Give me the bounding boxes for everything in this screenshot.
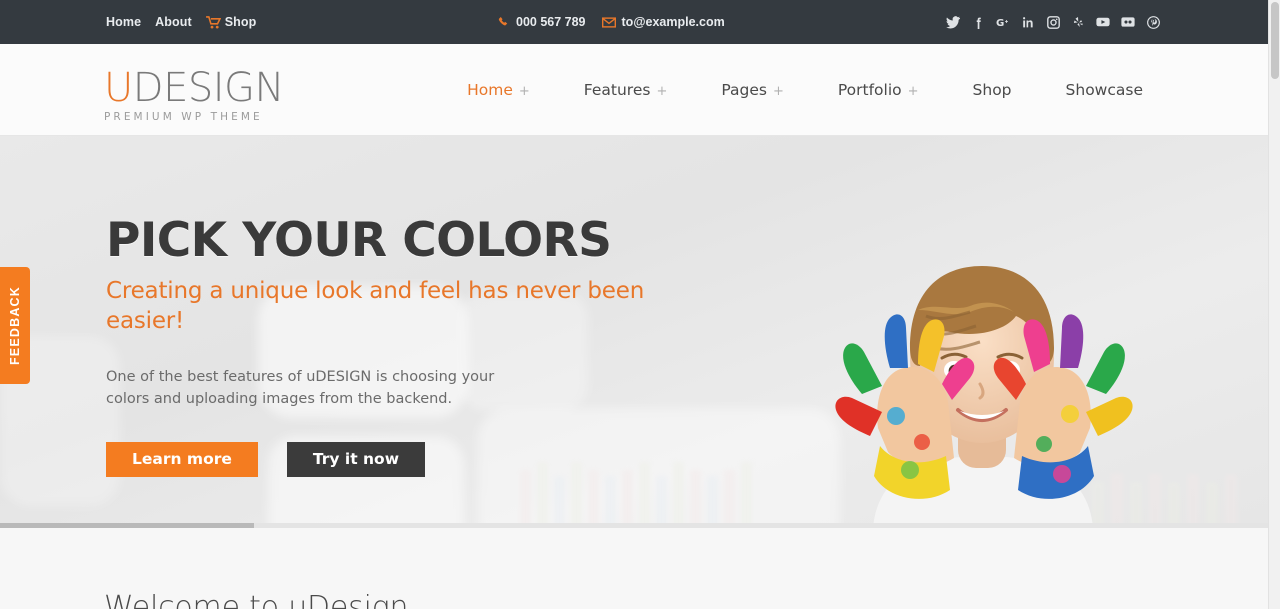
nav-item-shop[interactable]: Shop: [946, 81, 1039, 99]
nav-item-features-label: Features: [583, 81, 651, 99]
site-header: UDESIGN PREMIUM WP THEME Home + Features…: [0, 44, 1268, 136]
scrollbar-thumb[interactable]: [1271, 2, 1279, 79]
page-scrollbar[interactable]: [1268, 0, 1280, 609]
welcome-heading: Welcome to uDesign: [104, 590, 409, 609]
svg-text:G: G: [996, 18, 1004, 29]
google-plus-icon[interactable]: G: [996, 15, 1010, 29]
linkedin-icon[interactable]: [1021, 15, 1035, 29]
feedback-tab-label: FEEDBACK: [8, 285, 22, 366]
youtube-icon[interactable]: [1096, 15, 1110, 29]
nav-item-showcase[interactable]: Showcase: [1039, 81, 1170, 99]
main-navigation: Home + Features + Pages + Portfolio + Sh…: [440, 44, 1170, 136]
logo-tagline: PREMIUM WP THEME: [104, 111, 263, 123]
hero-buttons: Learn more Try it now: [106, 442, 666, 477]
logo-wordmark: UDESIGN: [104, 66, 284, 110]
site-logo[interactable]: UDESIGN PREMIUM WP THEME: [104, 66, 284, 123]
nav-item-showcase-label: Showcase: [1065, 81, 1143, 99]
email-contact[interactable]: to@example.com: [601, 15, 725, 29]
yelp-icon[interactable]: [1071, 15, 1085, 29]
shopping-cart-icon: [205, 16, 221, 29]
social-links: G: [946, 0, 1160, 44]
facebook-icon[interactable]: [971, 15, 985, 29]
feedback-tab[interactable]: FEEDBACK: [0, 267, 30, 384]
phone-number: 000 567 789: [516, 15, 586, 29]
hero-title: PICK YOUR COLORS: [106, 213, 612, 268]
hero-description: One of the best features of uDESIGN is c…: [106, 369, 495, 407]
flickr-icon[interactable]: [1121, 15, 1135, 29]
envelope-icon: [601, 16, 616, 28]
top-bar-links: Home About Shop: [106, 0, 256, 44]
phone-icon: [498, 16, 510, 28]
top-link-shop[interactable]: Shop: [205, 15, 257, 29]
logo-rest: DESIGN: [132, 65, 285, 111]
top-link-home[interactable]: Home: [106, 15, 141, 29]
chevron-plus-icon: +: [772, 84, 784, 99]
hero-content: PICK YOUR COLORS Creating a unique look …: [106, 214, 666, 477]
chevron-plus-icon: +: [907, 84, 919, 99]
instagram-icon[interactable]: [1046, 15, 1060, 29]
try-it-now-button[interactable]: Try it now: [286, 442, 426, 477]
learn-more-button[interactable]: Learn more: [106, 442, 258, 477]
page-root: Home About Shop 000 567 789 to@example.c…: [0, 0, 1280, 609]
logo-letter-u: U: [104, 65, 133, 111]
top-bar-contact: 000 567 789 to@example.com: [498, 0, 725, 44]
hero-subtitle: Creating a unique look and feel has neve…: [106, 278, 645, 334]
hero-slider: PICK YOUR COLORS Creating a unique look …: [0, 136, 1268, 528]
top-link-shop-label: Shop: [224, 15, 257, 29]
nav-item-portfolio[interactable]: Portfolio +: [811, 81, 946, 99]
welcome-section: Welcome to uDesign: [0, 528, 1268, 609]
nav-item-features[interactable]: Features +: [557, 81, 695, 99]
pinterest-icon[interactable]: [1146, 15, 1160, 29]
twitter-icon[interactable]: [946, 15, 960, 29]
nav-item-pages[interactable]: Pages +: [694, 81, 811, 99]
chevron-plus-icon: +: [656, 84, 668, 99]
phone-contact[interactable]: 000 567 789: [498, 15, 586, 29]
nav-item-home-label: Home: [467, 81, 513, 99]
top-link-about[interactable]: About: [155, 15, 192, 29]
nav-item-home[interactable]: Home +: [440, 81, 557, 99]
email-address: to@example.com: [621, 15, 725, 29]
nav-item-shop-label: Shop: [972, 81, 1012, 99]
chevron-plus-icon: +: [518, 84, 530, 99]
nav-item-portfolio-label: Portfolio: [837, 81, 902, 99]
top-bar: Home About Shop 000 567 789 to@example.c…: [0, 0, 1268, 44]
hero-image: [818, 198, 1148, 528]
nav-item-pages-label: Pages: [721, 81, 767, 99]
